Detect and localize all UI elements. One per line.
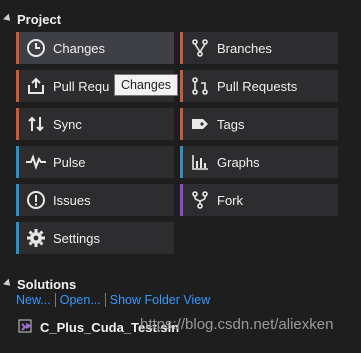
tile-sync[interactable]: Sync <box>16 108 174 140</box>
divider <box>54 293 56 307</box>
tile-label: Issues <box>53 192 91 208</box>
upload-tray-icon <box>19 70 53 102</box>
project-header-label: Project <box>17 12 62 27</box>
project-section-header[interactable]: Project <box>3 12 62 27</box>
tile-label: Branches <box>217 40 272 56</box>
solutions-links: New... Open... Show Folder View <box>16 293 210 307</box>
tile-label: Graphs <box>217 154 260 170</box>
bar-graph-icon <box>183 146 217 178</box>
tile-label: Pulse <box>53 154 86 170</box>
tile-label: Changes <box>53 40 106 56</box>
tile-issues[interactable]: Issues <box>16 184 174 216</box>
tile-changes[interactable]: Changes <box>16 32 174 64</box>
tile-label: Pull Requests <box>217 78 298 94</box>
clock-icon <box>19 32 53 64</box>
tile-tags[interactable]: Tags <box>180 108 338 140</box>
show-folder-view-link[interactable]: Show Folder View <box>110 293 211 307</box>
alert-circle-icon <box>19 184 53 216</box>
tile-fork[interactable]: Fork <box>180 184 338 216</box>
fork-icon <box>183 184 217 216</box>
new-link[interactable]: New... <box>16 293 51 307</box>
tile-branches[interactable]: Branches <box>180 32 338 64</box>
sync-arrows-icon <box>19 108 53 140</box>
tile-label: Tags <box>217 116 245 132</box>
visual-studio-solution-icon <box>18 318 34 337</box>
tile-pull-requests[interactable]: Pull Requests <box>180 70 338 102</box>
tag-icon <box>183 108 217 140</box>
collapse-triangle-icon[interactable] <box>3 278 13 289</box>
watermark-url: https://blog.csdn.net/aliexken <box>140 316 334 333</box>
tile-label: Pull Requ <box>53 78 110 94</box>
pulse-icon <box>19 146 53 178</box>
gear-icon <box>19 222 53 254</box>
tile-label: Settings <box>53 230 100 246</box>
collapse-triangle-icon[interactable] <box>3 13 13 24</box>
tile-graphs[interactable]: Graphs <box>180 146 338 178</box>
tile-pulse[interactable]: Pulse <box>16 146 174 178</box>
solutions-header-label: Solutions <box>17 277 77 292</box>
solutions-section-header[interactable]: Solutions <box>3 277 77 292</box>
open-link[interactable]: Open... <box>60 293 101 307</box>
tile-label: Sync <box>53 116 82 132</box>
branch-icon <box>183 32 217 64</box>
tooltip: Changes <box>114 74 179 96</box>
pull-request-icon <box>183 70 217 102</box>
tile-settings[interactable]: Settings <box>16 222 174 254</box>
divider <box>104 293 106 307</box>
tile-label: Fork <box>217 192 243 208</box>
